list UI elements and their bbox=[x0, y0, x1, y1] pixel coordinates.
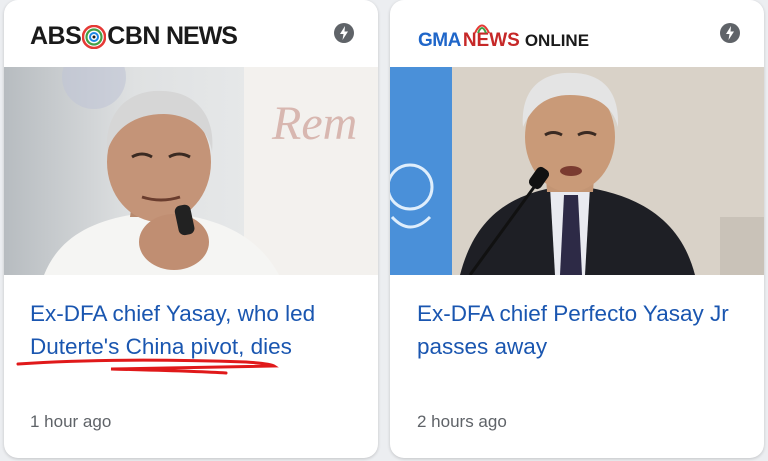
amp-bolt-icon bbox=[720, 23, 740, 43]
article-headline[interactable]: Ex-DFA chief Perfecto Yasay Jr passes aw… bbox=[417, 297, 747, 363]
abs-cbn-eye-icon bbox=[82, 24, 107, 49]
gma-news-logo: GMA NEWS ONLINE bbox=[418, 24, 589, 52]
abs-cbn-logo: ABS CBN NEWS bbox=[30, 22, 238, 50]
news-card-abs-cbn[interactable]: ABS CBN NEWS Rem Ex-DFA chief Yasay, who… bbox=[4, 0, 378, 458]
article-timestamp: 2 hours ago bbox=[417, 412, 507, 431]
news-card-gma[interactable]: GMA NEWS ONLINE Ex-DFA chief Perfecto Ya… bbox=[390, 0, 764, 458]
article-headline[interactable]: Ex-DFA chief Yasay, who led Duterte's Ch… bbox=[30, 297, 360, 363]
red-underline-annotation bbox=[16, 358, 279, 375]
banner-text: Rem bbox=[271, 97, 357, 150]
amp-bolt-icon bbox=[334, 23, 354, 43]
article-photo[interactable]: Rem bbox=[4, 67, 378, 275]
gma-rainbow-icon bbox=[474, 24, 490, 34]
card-header: GMA NEWS ONLINE bbox=[390, 0, 764, 66]
article-photo[interactable] bbox=[390, 67, 764, 275]
card-header: ABS CBN NEWS bbox=[4, 0, 378, 66]
article-timestamp: 1 hour ago bbox=[30, 412, 112, 431]
